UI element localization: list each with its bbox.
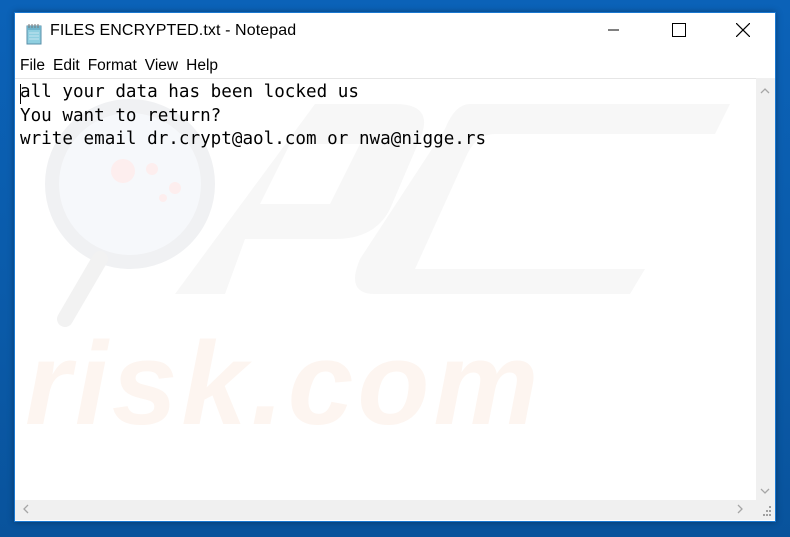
menu-format[interactable]: Format xyxy=(84,55,141,77)
notepad-window: FILES ENCRYPTED.txt - Notepad File Edit … xyxy=(14,12,776,522)
window-title: FILES ENCRYPTED.txt - Notepad xyxy=(50,22,297,39)
text-line: write email dr.crypt@aol.com or nwa@nigg… xyxy=(20,129,487,149)
close-icon xyxy=(735,22,751,42)
chevron-down-icon[interactable] xyxy=(760,484,770,496)
menu-file[interactable]: File xyxy=(15,55,49,77)
minimize-icon xyxy=(608,23,620,41)
menu-help[interactable]: Help xyxy=(182,55,222,77)
watermark-text: risk.com xyxy=(25,318,542,450)
text-line: all your data has been locked us xyxy=(20,82,359,102)
menu-edit[interactable]: Edit xyxy=(49,55,84,77)
vertical-scrollbar[interactable] xyxy=(756,78,775,500)
minimize-button[interactable] xyxy=(591,13,637,51)
horizontal-scrollbar[interactable] xyxy=(15,500,756,520)
resize-grip-icon xyxy=(763,506,771,516)
menu-view[interactable]: View xyxy=(141,55,182,77)
close-button[interactable] xyxy=(720,13,766,51)
maximize-button[interactable] xyxy=(656,13,702,51)
document-text: all your data has been locked us You want… xyxy=(20,81,486,152)
chevron-up-icon[interactable] xyxy=(760,84,770,96)
title-bar[interactable]: FILES ENCRYPTED.txt - Notepad xyxy=(15,13,775,53)
chevron-right-icon[interactable] xyxy=(737,504,743,516)
text-line: You want to return? xyxy=(20,105,222,126)
chevron-left-icon[interactable] xyxy=(23,504,29,516)
resize-grip[interactable] xyxy=(756,500,775,520)
maximize-icon xyxy=(672,22,686,42)
notepad-icon xyxy=(25,23,42,45)
menu-bar: File Edit Format View Help xyxy=(15,55,775,77)
text-editor[interactable]: risk.com all your data has been locked u… xyxy=(15,78,756,501)
